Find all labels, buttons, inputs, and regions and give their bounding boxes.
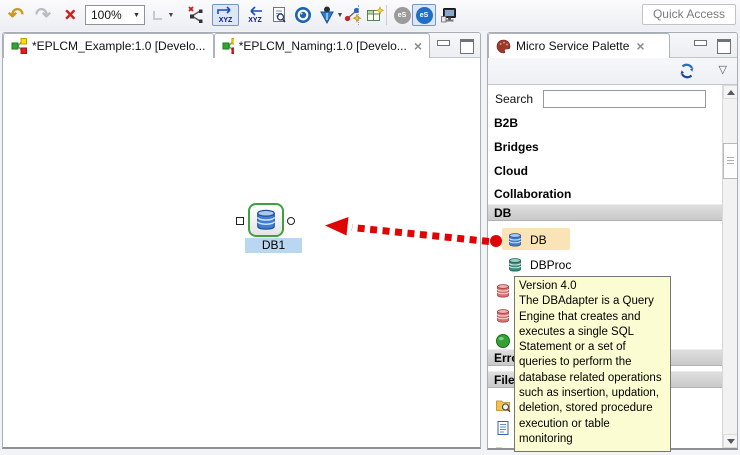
category-collaboration[interactable]: Collaboration xyxy=(494,187,571,201)
server-icon[interactable] xyxy=(437,4,461,26)
toolbar-separator xyxy=(386,5,387,25)
palette-icon xyxy=(496,39,511,54)
search-input[interactable] xyxy=(543,90,706,108)
tooltip-body: The DBAdapter is a Query Engine that cre… xyxy=(519,294,666,447)
zoom-level-combo[interactable]: 100% ▼ xyxy=(85,5,145,25)
delete-route-icon[interactable] xyxy=(184,4,208,26)
category-db[interactable]: DB xyxy=(488,204,722,221)
main-toolbar: ↶ ↷ × 100% ▼ ▼ XYZ XYZ xyxy=(0,0,740,31)
database-red-icon xyxy=(495,308,511,324)
editor-tab-eplcm-naming[interactable]: *EPLCM_Naming:1.0 [Develo... × xyxy=(214,33,430,58)
scroll-up-icon[interactable] xyxy=(723,85,737,99)
close-view-icon[interactable]: × xyxy=(636,39,644,53)
folder-search-icon xyxy=(495,397,511,413)
fit-dropdown-icon[interactable]: ▼ xyxy=(165,4,177,26)
scrollbar-thumb[interactable] xyxy=(723,143,737,179)
palette-tab-label: Micro Service Palette xyxy=(516,39,629,53)
tooltip-version: Version 4.0 xyxy=(519,279,666,294)
category-bridges[interactable]: Bridges xyxy=(494,140,539,154)
scroll-down-icon[interactable] xyxy=(723,434,737,448)
find-replace-icon[interactable] xyxy=(267,4,291,26)
close-tab-icon[interactable]: × xyxy=(414,39,422,53)
green-service-icon xyxy=(495,333,511,349)
db-adapter-tooltip: Version 4.0 The DBAdapter is a Query Eng… xyxy=(514,276,671,452)
event-process-icon xyxy=(222,38,234,54)
maximize-icon[interactable] xyxy=(458,38,474,52)
editor-tab-eplcm-example[interactable]: *EPLCM_Example:1.0 [Develo... xyxy=(3,33,214,58)
delete-icon[interactable]: × xyxy=(58,4,82,26)
maximize-icon[interactable] xyxy=(715,38,731,52)
editor-tab-label: *EPLCM_Example:1.0 [Develo... xyxy=(32,39,205,53)
palette-item-dbproc[interactable]: DBProc xyxy=(488,253,722,276)
file-document-icon xyxy=(495,420,511,436)
database-icon xyxy=(254,208,278,232)
process-canvas[interactable]: DB1 xyxy=(3,58,480,447)
palette-item-db[interactable]: DB xyxy=(488,228,722,251)
editor-minmax-buttons xyxy=(435,38,474,52)
hide-names-icon[interactable]: XYZ xyxy=(242,4,268,26)
undo-icon[interactable]: ↶ xyxy=(4,4,28,26)
quick-access-button[interactable]: Quick Access xyxy=(642,4,736,25)
minimize-icon[interactable] xyxy=(692,38,708,52)
category-cloud[interactable]: Cloud xyxy=(494,164,528,178)
palette-item-label: DBProc xyxy=(530,258,571,272)
palette-tab[interactable]: Micro Service Palette × xyxy=(488,33,670,58)
minimize-icon[interactable] xyxy=(435,38,451,52)
redo-icon[interactable]: ↷ xyxy=(31,4,55,26)
toolbar-separator xyxy=(358,5,359,25)
new-table-icon[interactable] xyxy=(363,4,387,26)
refresh-icon[interactable] xyxy=(677,61,697,86)
view-menu-icon[interactable]: ▽ xyxy=(719,63,727,76)
db-node-label[interactable]: DB1 xyxy=(245,238,302,253)
search-label: Search xyxy=(495,92,533,106)
route-breakpoint-icon[interactable] xyxy=(341,4,365,26)
category-b2b[interactable]: B2B xyxy=(494,116,518,130)
node-anchor-circle-handle[interactable] xyxy=(287,217,295,225)
node-anchor-square-handle[interactable] xyxy=(236,217,244,225)
palette-item-label: DB xyxy=(530,233,547,247)
zoom-dropdown-icon[interactable]: ▼ xyxy=(129,12,144,19)
fit-to-window-icon xyxy=(150,4,166,26)
editor-tab-label: *EPLCM_Naming:1.0 [Develo... xyxy=(239,39,407,53)
editor-tabstrip: *EPLCM_Example:1.0 [Develo... *EPLCM_Nam… xyxy=(3,33,480,58)
palette-scrollbar[interactable] xyxy=(722,85,737,448)
database-icon xyxy=(507,232,523,248)
palette-search-row: Search xyxy=(488,89,737,109)
estudio-perspective-icon[interactable]: eS xyxy=(391,4,413,26)
event-process-icon xyxy=(11,38,27,54)
target-icon[interactable] xyxy=(291,4,315,26)
palette-toolbar: ▽ xyxy=(488,58,737,85)
palette-minmax-buttons xyxy=(692,38,731,52)
show-names-toggle-icon[interactable]: XYZ xyxy=(212,4,239,26)
database-proc-icon xyxy=(507,257,523,273)
database-red-icon xyxy=(495,283,511,299)
palette-tabstrip: Micro Service Palette × xyxy=(488,33,737,58)
editor-area: *EPLCM_Example:1.0 [Develo... *EPLCM_Nam… xyxy=(2,32,481,449)
zoom-level-value: 100% xyxy=(86,8,129,22)
folder-icon xyxy=(495,444,511,449)
estudio-perspective-active-icon[interactable]: eS xyxy=(412,4,436,26)
db-node[interactable] xyxy=(248,203,284,237)
